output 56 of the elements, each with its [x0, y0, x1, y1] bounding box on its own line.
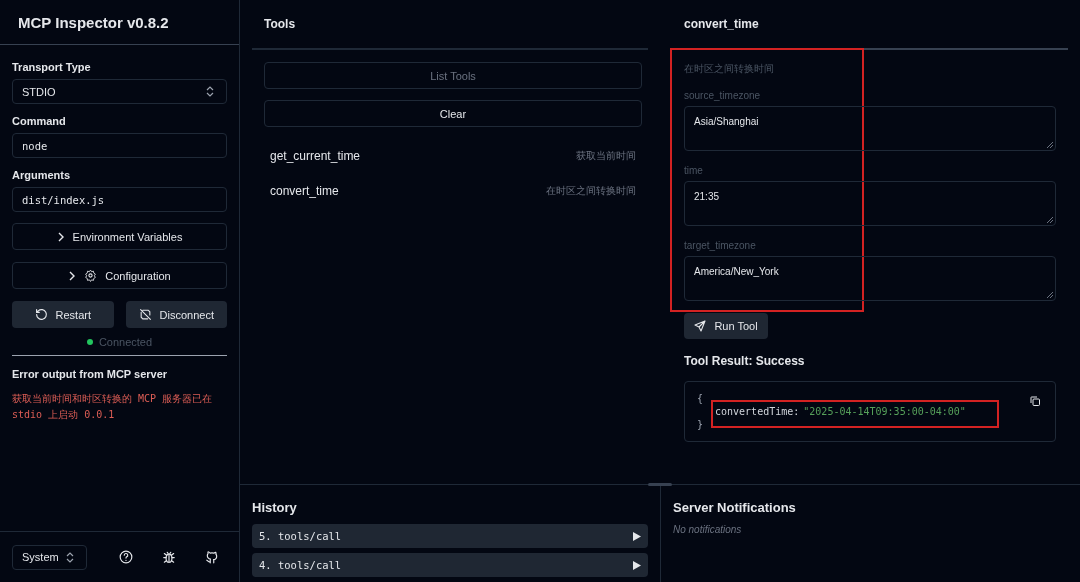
resize-grip-icon — [1047, 217, 1053, 223]
json-key: convertedTime: — [715, 406, 800, 417]
history-item[interactable]: 4. tools/call — [252, 553, 648, 577]
play-icon — [633, 560, 641, 570]
resize-handle[interactable] — [648, 483, 672, 486]
settings-icon — [84, 269, 98, 282]
status-text: Connected — [98, 336, 153, 348]
field-label: Arguments — [12, 169, 72, 181]
chevron-up-down-icon — [66, 551, 74, 563]
resize-grip-icon — [1047, 292, 1053, 298]
param-label: target_timezone — [684, 240, 757, 251]
copy-icon[interactable] — [1029, 395, 1041, 407]
resize-grip-icon — [1047, 142, 1053, 148]
result-title: Tool Result: Success — [684, 354, 806, 368]
play-icon — [633, 531, 641, 541]
tool-description: 在时区之间转换时间 — [684, 62, 775, 76]
disconnect-button[interactable]: Disconnect — [125, 301, 227, 328]
error-output-text: 获取当前时间和时区转换的 MCP 服务器已在 stdio 上启动 0.0.1 — [12, 392, 214, 422]
chevron-icon — [68, 270, 77, 281]
json-brace: { — [697, 393, 704, 404]
param-textarea[interactable]: America/New_York — [684, 256, 1056, 301]
bug-icon[interactable] — [162, 550, 176, 564]
panel-title: Tools — [264, 17, 296, 31]
app-title: MCP Inspector v0.8.2 — [18, 13, 169, 31]
restart-icon — [34, 308, 48, 321]
param-textarea[interactable]: Asia/Shanghai — [684, 106, 1056, 151]
theme-select[interactable]: System — [12, 544, 87, 570]
help-icon[interactable] — [119, 550, 133, 564]
unplug-icon — [138, 308, 152, 321]
restart-button[interactable]: Restart — [12, 301, 114, 328]
param-label: source_timezone — [684, 90, 762, 101]
section-toggle-button[interactable]: Environment Variables — [12, 223, 227, 250]
param-label: time — [684, 165, 704, 176]
command-field[interactable]: node — [12, 133, 227, 158]
send-icon — [694, 320, 707, 332]
chevron-up-down-icon — [206, 86, 214, 97]
empty-message: No notifications — [673, 524, 743, 535]
transport-select[interactable]: STDIO — [12, 79, 227, 104]
section-toggle-button[interactable]: Configuration — [12, 262, 227, 289]
json-brace: } — [697, 419, 704, 430]
clear-button[interactable]: Clear — [264, 100, 642, 127]
panel-title: Server Notifications — [673, 500, 797, 515]
panel-title: convert_time — [684, 17, 759, 31]
tool-list-item[interactable]: get_current_time 获取当前时间 — [264, 138, 642, 173]
history-item[interactable]: 5. tools/call — [252, 524, 648, 548]
field-label: Command — [12, 115, 67, 127]
tool-list-item[interactable]: convert_time 在时区之间转换时间 — [264, 173, 642, 208]
param-textarea[interactable]: 21:35 — [684, 181, 1056, 226]
run-tool-button[interactable]: Run Tool — [684, 313, 768, 339]
field-label: Transport Type — [12, 61, 92, 73]
arguments-field[interactable]: dist/index.js — [12, 187, 227, 212]
json-value: "2025-04-14T09:35:00-04:00" — [803, 406, 966, 417]
panel-title: History — [252, 500, 298, 515]
chevron-icon — [56, 231, 65, 242]
github-icon[interactable] — [205, 550, 219, 564]
error-output-title: Error output from MCP server — [12, 368, 169, 380]
